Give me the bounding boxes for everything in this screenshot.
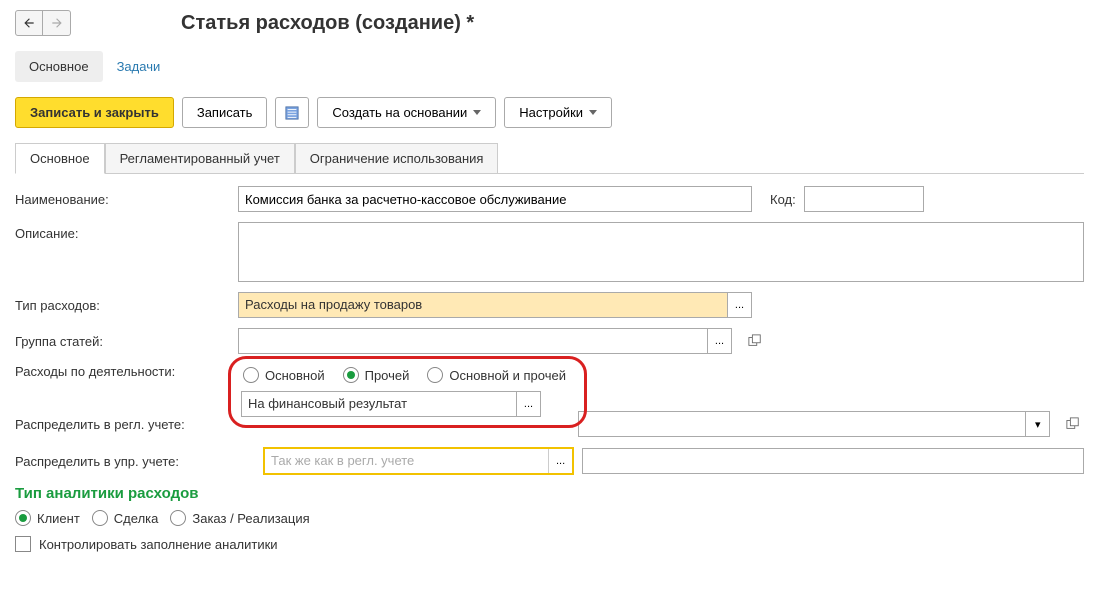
nav-tab-main[interactable]: Основное [15, 51, 103, 82]
save-close-button[interactable]: Записать и закрыть [15, 97, 174, 128]
radio-icon [243, 367, 259, 383]
expense-type-label: Тип расходов: [15, 298, 230, 313]
radio-icon [170, 510, 186, 526]
chevron-down-icon [589, 110, 597, 115]
arrow-right-icon [50, 16, 64, 30]
distrib-regl-open-button[interactable] [1062, 413, 1084, 435]
analytics-section-title: Тип аналитики расходов [15, 485, 1084, 502]
distrib-upr-select-button[interactable]: ... [548, 449, 572, 473]
radio-label: Сделка [114, 511, 159, 526]
radio-icon [92, 510, 108, 526]
settings-button[interactable]: Настройки [504, 97, 612, 128]
distrib-regl-input[interactable]: На финансовый результат [241, 391, 517, 417]
radio-label: Прочей [365, 368, 410, 383]
control-label: Контролировать заполнение аналитики [39, 537, 278, 552]
radio-label: Заказ / Реализация [192, 511, 309, 526]
open-icon [1066, 417, 1080, 431]
desc-label: Описание: [15, 222, 230, 241]
code-label: Код: [770, 192, 796, 207]
distrib-regl-label: Распределить в регл. учете: [15, 417, 255, 432]
distrib-upr-extra-input[interactable] [582, 448, 1084, 474]
arrow-left-icon [22, 16, 36, 30]
radio-analytics-order[interactable]: Заказ / Реализация [170, 510, 309, 526]
tab-regl[interactable]: Регламентированный учет [105, 143, 295, 173]
radio-activity-both[interactable]: Основной и прочей [427, 367, 566, 383]
radio-analytics-deal[interactable]: Сделка [92, 510, 159, 526]
group-open-button[interactable] [744, 330, 766, 352]
create-based-label: Создать на основании [332, 105, 467, 120]
radio-label: Основной и прочей [449, 368, 566, 383]
control-checkbox[interactable] [15, 536, 31, 552]
highlight-annotation: Основной Прочей Основной и прочей На фин… [228, 356, 587, 428]
radio-activity-other[interactable]: Прочей [343, 367, 410, 383]
tab-restrict[interactable]: Ограничение использования [295, 143, 499, 173]
radio-icon [15, 510, 31, 526]
radio-activity-main[interactable]: Основной [243, 367, 325, 383]
radio-label: Клиент [37, 511, 80, 526]
open-icon [748, 334, 762, 348]
name-input[interactable] [238, 186, 752, 212]
group-input[interactable] [238, 328, 708, 354]
distrib-regl-extra-dropdown[interactable]: ▾ [1026, 411, 1050, 437]
radio-icon [343, 367, 359, 383]
nav-back-button[interactable] [15, 10, 43, 36]
radio-label: Основной [265, 368, 325, 383]
activity-label: Расходы по деятельности: [15, 364, 230, 379]
group-label: Группа статей: [15, 334, 230, 349]
list-button[interactable] [275, 97, 309, 128]
code-input[interactable] [804, 186, 924, 212]
distrib-upr-input[interactable]: Так же как в регл. учете [265, 449, 548, 473]
nav-forward-button[interactable] [43, 10, 71, 36]
create-based-button[interactable]: Создать на основании [317, 97, 496, 128]
page-title: Статья расходов (создание) * [181, 12, 474, 35]
nav-tab-tasks[interactable]: Задачи [103, 51, 175, 82]
distrib-regl-extra-input[interactable] [578, 411, 1027, 437]
distrib-upr-label: Распределить в упр. учете: [15, 454, 255, 469]
distrib-regl-select-button[interactable]: ... [517, 391, 541, 417]
radio-analytics-client[interactable]: Клиент [15, 510, 80, 526]
expense-type-input[interactable]: Расходы на продажу товаров [238, 292, 728, 318]
desc-input[interactable] [238, 222, 1084, 282]
expense-type-select-button[interactable]: ... [728, 292, 752, 318]
chevron-down-icon [473, 110, 481, 115]
list-icon [285, 106, 299, 120]
name-label: Наименование: [15, 192, 230, 207]
settings-label: Настройки [519, 105, 583, 120]
group-select-button[interactable]: ... [708, 328, 732, 354]
tab-main[interactable]: Основное [15, 143, 105, 174]
radio-icon [427, 367, 443, 383]
save-button[interactable]: Записать [182, 97, 268, 128]
